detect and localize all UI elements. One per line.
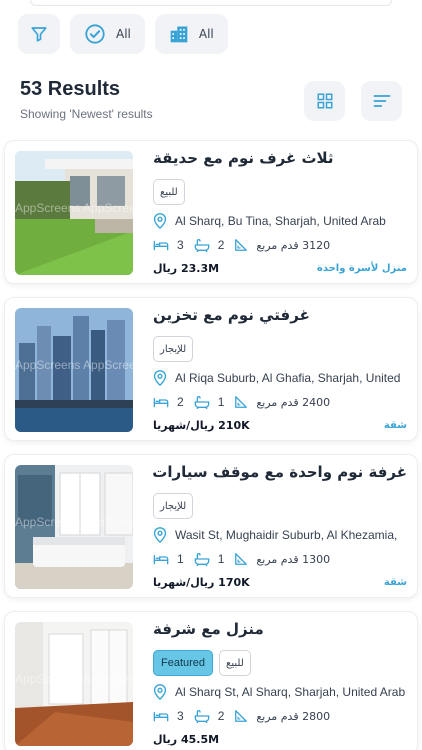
listing-photo: AppScreens AppScreens bbox=[15, 465, 133, 589]
listing-card[interactable]: AppScreens AppScreens غرفتي نوم مع تخزين… bbox=[4, 297, 418, 441]
area-ruler-icon bbox=[235, 710, 248, 722]
area-ruler-icon bbox=[235, 239, 248, 251]
listing-price: 45.5M ريال bbox=[153, 732, 220, 746]
listing-status-tag: للإيجار bbox=[153, 493, 194, 519]
watermark: AppScreens AppScreens bbox=[15, 515, 133, 529]
listing-price: 23.3M ريال bbox=[153, 261, 220, 275]
listing-photo: AppScreens AppScreens bbox=[15, 622, 133, 746]
watermark: AppScreens AppScreens bbox=[15, 201, 133, 215]
filter-bar: All All bbox=[18, 14, 228, 54]
listing-price: 170K ريال/شهريا bbox=[153, 575, 250, 589]
listing-address: Al Sharq St, Al Sharq, Sharjah, United A… bbox=[175, 685, 406, 699]
listing-title: ثلاث غرف نوم مع حديقة bbox=[153, 149, 334, 167]
bedroom-count: 1 bbox=[177, 552, 184, 566]
listing-area: 2800 قدم مربع bbox=[256, 709, 331, 723]
listing-status-tag: للبيع bbox=[153, 179, 185, 205]
bedroom-count: 3 bbox=[177, 709, 184, 723]
location-pin-icon bbox=[153, 684, 167, 700]
bed-icon bbox=[153, 241, 169, 251]
bathtub-icon bbox=[194, 710, 210, 723]
listing-area: 1300 قدم مربع bbox=[256, 552, 331, 566]
bed-icon bbox=[153, 712, 169, 722]
listing-status-tag: للإيجار bbox=[153, 336, 194, 362]
grid-view-button[interactable] bbox=[304, 81, 345, 121]
listing-address: Wasit St, Mughaidir Suburb, Al Khezamia, bbox=[175, 528, 398, 542]
status-filter-label: All bbox=[116, 27, 131, 41]
location-pin-icon bbox=[153, 213, 167, 229]
bathroom-count: 2 bbox=[217, 238, 225, 252]
bathroom-count: 2 bbox=[217, 709, 225, 723]
location-pin-icon bbox=[153, 527, 167, 543]
results-header: 53 Results Showing 'Newest' results bbox=[20, 78, 402, 124]
listing-title: غرفة نوم واحدة مع موقف سيارات bbox=[152, 463, 407, 481]
property-type-filter-label: All bbox=[198, 27, 214, 41]
bed-icon bbox=[153, 555, 169, 565]
bathroom-count: 1 bbox=[217, 395, 225, 409]
sort-lines-icon bbox=[373, 95, 390, 107]
bathtub-icon bbox=[194, 396, 210, 409]
area-ruler-icon bbox=[235, 396, 248, 408]
listing-price: 210K ريال/شهريا bbox=[153, 418, 250, 432]
view-controls bbox=[304, 81, 402, 121]
listing-card[interactable]: AppScreens AppScreens غرفة نوم واحدة مع … bbox=[4, 454, 418, 598]
listing-area: 3120 قدم مربع bbox=[256, 238, 331, 252]
bed-icon bbox=[153, 397, 169, 408]
listing-card[interactable]: AppScreens AppScreens ثلاث غرف نوم مع حد… bbox=[4, 140, 418, 284]
buildings-icon bbox=[170, 26, 188, 43]
watermark: AppScreens AppScreens bbox=[15, 358, 133, 372]
property-type-label: منزل لأسرة واحدة bbox=[316, 262, 407, 274]
listing-area: 2400 قدم مربع bbox=[256, 395, 331, 409]
status-filter-chip[interactable]: All bbox=[70, 14, 145, 54]
area-ruler-icon bbox=[235, 553, 248, 565]
listing-address: Al Sharq, Bu Tina, Sharjah, United Arab bbox=[175, 214, 386, 228]
bedroom-count: 2 bbox=[177, 395, 184, 409]
property-type-filter-chip[interactable]: All bbox=[154, 14, 228, 54]
results-list: AppScreens AppScreens ثلاث غرف نوم مع حد… bbox=[4, 140, 418, 750]
grid-icon bbox=[317, 93, 332, 109]
filter-button[interactable] bbox=[18, 14, 60, 54]
listing-photo: AppScreens AppScreens bbox=[15, 308, 133, 432]
listing-address: Al Riqa Suburb, Al Ghafia, Sharjah, Unit… bbox=[175, 371, 401, 385]
bathtub-icon bbox=[194, 239, 210, 252]
watermark: AppScreens AppScreens bbox=[15, 672, 133, 686]
bathtub-icon bbox=[194, 553, 210, 566]
listing-title: منزل مع شرفة bbox=[153, 620, 264, 638]
bathroom-count: 1 bbox=[217, 552, 225, 566]
check-circle-icon bbox=[85, 24, 105, 44]
funnel-icon bbox=[31, 27, 47, 42]
property-type-label: شقة bbox=[383, 419, 407, 431]
featured-badge: Featured bbox=[153, 650, 214, 676]
property-type-label: شقة bbox=[383, 576, 407, 588]
listing-photo: AppScreens AppScreens bbox=[15, 151, 133, 275]
previous-card-edge bbox=[30, 0, 392, 6]
listing-title: غرفتي نوم مع تخزين bbox=[153, 306, 310, 324]
sort-button[interactable] bbox=[361, 81, 402, 121]
listing-status-tag: للبيع bbox=[219, 650, 251, 676]
location-pin-icon bbox=[153, 370, 167, 386]
bedroom-count: 3 bbox=[177, 238, 184, 252]
listing-card[interactable]: AppScreens AppScreens منزل مع شرفة Featu… bbox=[4, 611, 418, 750]
